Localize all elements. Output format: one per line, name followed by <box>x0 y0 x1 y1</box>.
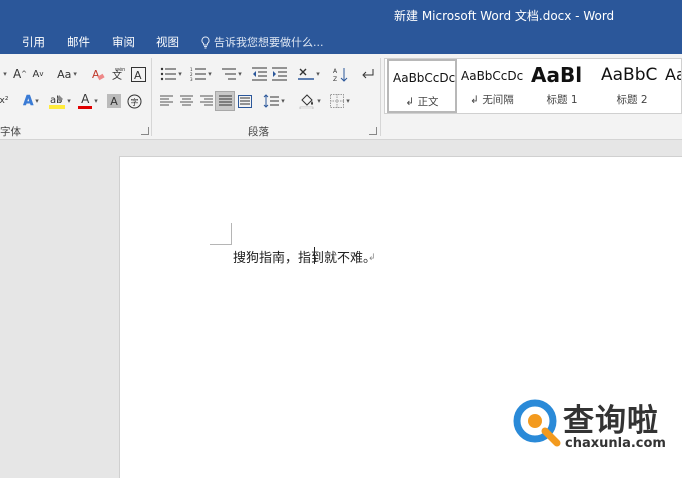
paragraph-mark-icon <box>361 69 373 79</box>
multilevel-list-button[interactable]: ▾ <box>217 65 245 83</box>
distributed-icon <box>238 94 252 108</box>
distributed-button[interactable] <box>236 92 254 110</box>
clear-format-icon: A <box>92 68 105 81</box>
style-preview: AaBbC <box>601 65 658 85</box>
font-group-label: 字体 <box>0 126 21 138</box>
grow-font-button[interactable]: A ^ <box>12 65 28 83</box>
highlighter-icon: ab <box>49 95 66 109</box>
svg-text:3: 3 <box>190 77 193 81</box>
borders-button[interactable]: ▾ <box>326 92 354 110</box>
text-cursor <box>314 247 315 264</box>
phonetic-guide-button[interactable]: 文 wén <box>110 65 126 83</box>
tab-view[interactable]: 视图 <box>156 34 179 50</box>
style-name: 标题 2 <box>616 94 648 106</box>
style-normal[interactable]: AaBbCcDc ↲ 正文 <box>387 59 457 113</box>
ribbon-tab-row: 引用 邮件 审阅 视图 告诉我您想要做什么... <box>0 30 682 54</box>
lightbulb-icon <box>201 35 210 48</box>
group-separator <box>380 58 381 136</box>
watermark-url: chaxunla.com <box>565 436 666 451</box>
text-effects-button[interactable]: A ▾ <box>18 92 44 110</box>
line-spacing-icon <box>263 94 280 108</box>
asian-layout-button[interactable]: ▾ <box>296 65 322 83</box>
svg-text:wén: wén <box>115 67 125 73</box>
enclose-characters-button[interactable]: A <box>130 65 146 83</box>
svg-text:Z: Z <box>333 76 337 82</box>
numbered-list-icon: 123 <box>190 67 207 81</box>
align-right-icon <box>199 95 213 106</box>
chaxunla-logo <box>513 399 561 447</box>
align-left-icon <box>159 95 173 106</box>
style-preview: Aa <box>665 65 681 84</box>
paragraph-group-label: 段落 <box>248 126 269 138</box>
justify-icon <box>218 95 232 106</box>
style-heading-1[interactable]: AaBl 标题 1 <box>527 59 597 113</box>
line-spacing-button[interactable]: ▾ <box>260 92 288 110</box>
styles-gallery: AaBbCcDc ↲ 正文 AaBbCcDc ↲ 无间隔 AaBl 标题 1 A… <box>384 58 682 114</box>
tab-mailings[interactable]: 邮件 <box>67 34 90 50</box>
increase-indent-icon <box>271 67 287 81</box>
style-preview: AaBl <box>531 63 583 87</box>
style-no-spacing[interactable]: AaBbCcDc ↲ 无间隔 <box>457 59 527 113</box>
paragraph-dialog-launcher[interactable] <box>369 127 377 135</box>
document-body-text[interactable]: 搜狗指南，指到就不难。 <box>233 247 376 266</box>
align-right-button[interactable] <box>197 92 215 110</box>
font-color-button[interactable]: A ▾ <box>76 92 100 110</box>
style-title[interactable]: Aa <box>663 59 681 113</box>
style-name: ↲ 无间隔 <box>470 94 514 106</box>
justify-button[interactable] <box>215 91 235 111</box>
margin-corner-mark <box>210 223 232 245</box>
watermark-name: 查询啦 <box>563 403 659 439</box>
increase-indent-button[interactable] <box>270 65 288 83</box>
title-bar: 新建 Microsoft Word 文档.docx - Word <box>0 0 682 30</box>
tell-me-box[interactable]: 告诉我您想要做什么... <box>200 34 324 50</box>
style-name: ↲ 正文 <box>405 96 439 108</box>
tab-review[interactable]: 审阅 <box>112 34 135 50</box>
svg-text:A: A <box>333 68 338 75</box>
bullets-button[interactable]: ▾ <box>157 65 185 83</box>
shrink-font-button[interactable]: Av <box>30 65 46 83</box>
tell-me-label: 告诉我您想要做什么... <box>214 36 324 49</box>
clear-formatting-button[interactable]: A <box>90 65 106 83</box>
sort-button[interactable]: AZ <box>331 65 349 83</box>
borders-icon <box>330 94 345 108</box>
align-center-button[interactable] <box>177 92 195 110</box>
sort-icon: AZ <box>333 67 347 82</box>
shading-button[interactable]: ▾ <box>296 92 324 110</box>
decrease-indent-icon <box>251 67 267 81</box>
align-center-icon <box>179 95 193 106</box>
multilevel-list-icon <box>222 68 237 80</box>
show-formatting-marks-button[interactable] <box>358 65 376 83</box>
font-size-dropdown[interactable]: ▾ <box>0 65 8 83</box>
enclosed-character-button[interactable]: 字 <box>126 92 142 110</box>
character-border-icon: A <box>130 66 146 82</box>
svg-text:字: 字 <box>130 97 138 107</box>
style-name: 标题 1 <box>546 94 578 106</box>
svg-text:A: A <box>134 69 142 82</box>
change-case-button[interactable]: Aa ▾ <box>54 65 80 83</box>
asian-layout-icon <box>298 68 315 80</box>
enclosed-character-icon: 字 <box>127 94 141 108</box>
decrease-indent-button[interactable] <box>250 65 268 83</box>
bullet-list-icon <box>161 67 177 81</box>
align-left-button[interactable] <box>157 92 175 110</box>
character-shading-button[interactable]: A <box>106 92 122 110</box>
window-title: 新建 Microsoft Word 文档.docx - Word <box>394 9 615 23</box>
paint-bucket-icon <box>299 93 314 109</box>
paragraph-mark: ↲ <box>368 253 376 263</box>
superscript-button[interactable]: x² <box>0 92 8 110</box>
style-preview: AaBbCcDc <box>461 69 524 83</box>
tab-references[interactable]: 引用 <box>22 34 45 50</box>
text-highlight-button[interactable]: ab ▾ <box>46 92 74 110</box>
phonetic-guide-icon: 文wén <box>112 67 125 81</box>
font-dialog-launcher[interactable] <box>141 127 149 135</box>
style-preview: AaBbCcDc <box>393 71 456 85</box>
style-heading-2[interactable]: AaBbC 标题 2 <box>597 59 667 113</box>
group-separator <box>151 58 152 136</box>
numbering-button[interactable]: 1 2 3 ▾ <box>187 65 215 83</box>
